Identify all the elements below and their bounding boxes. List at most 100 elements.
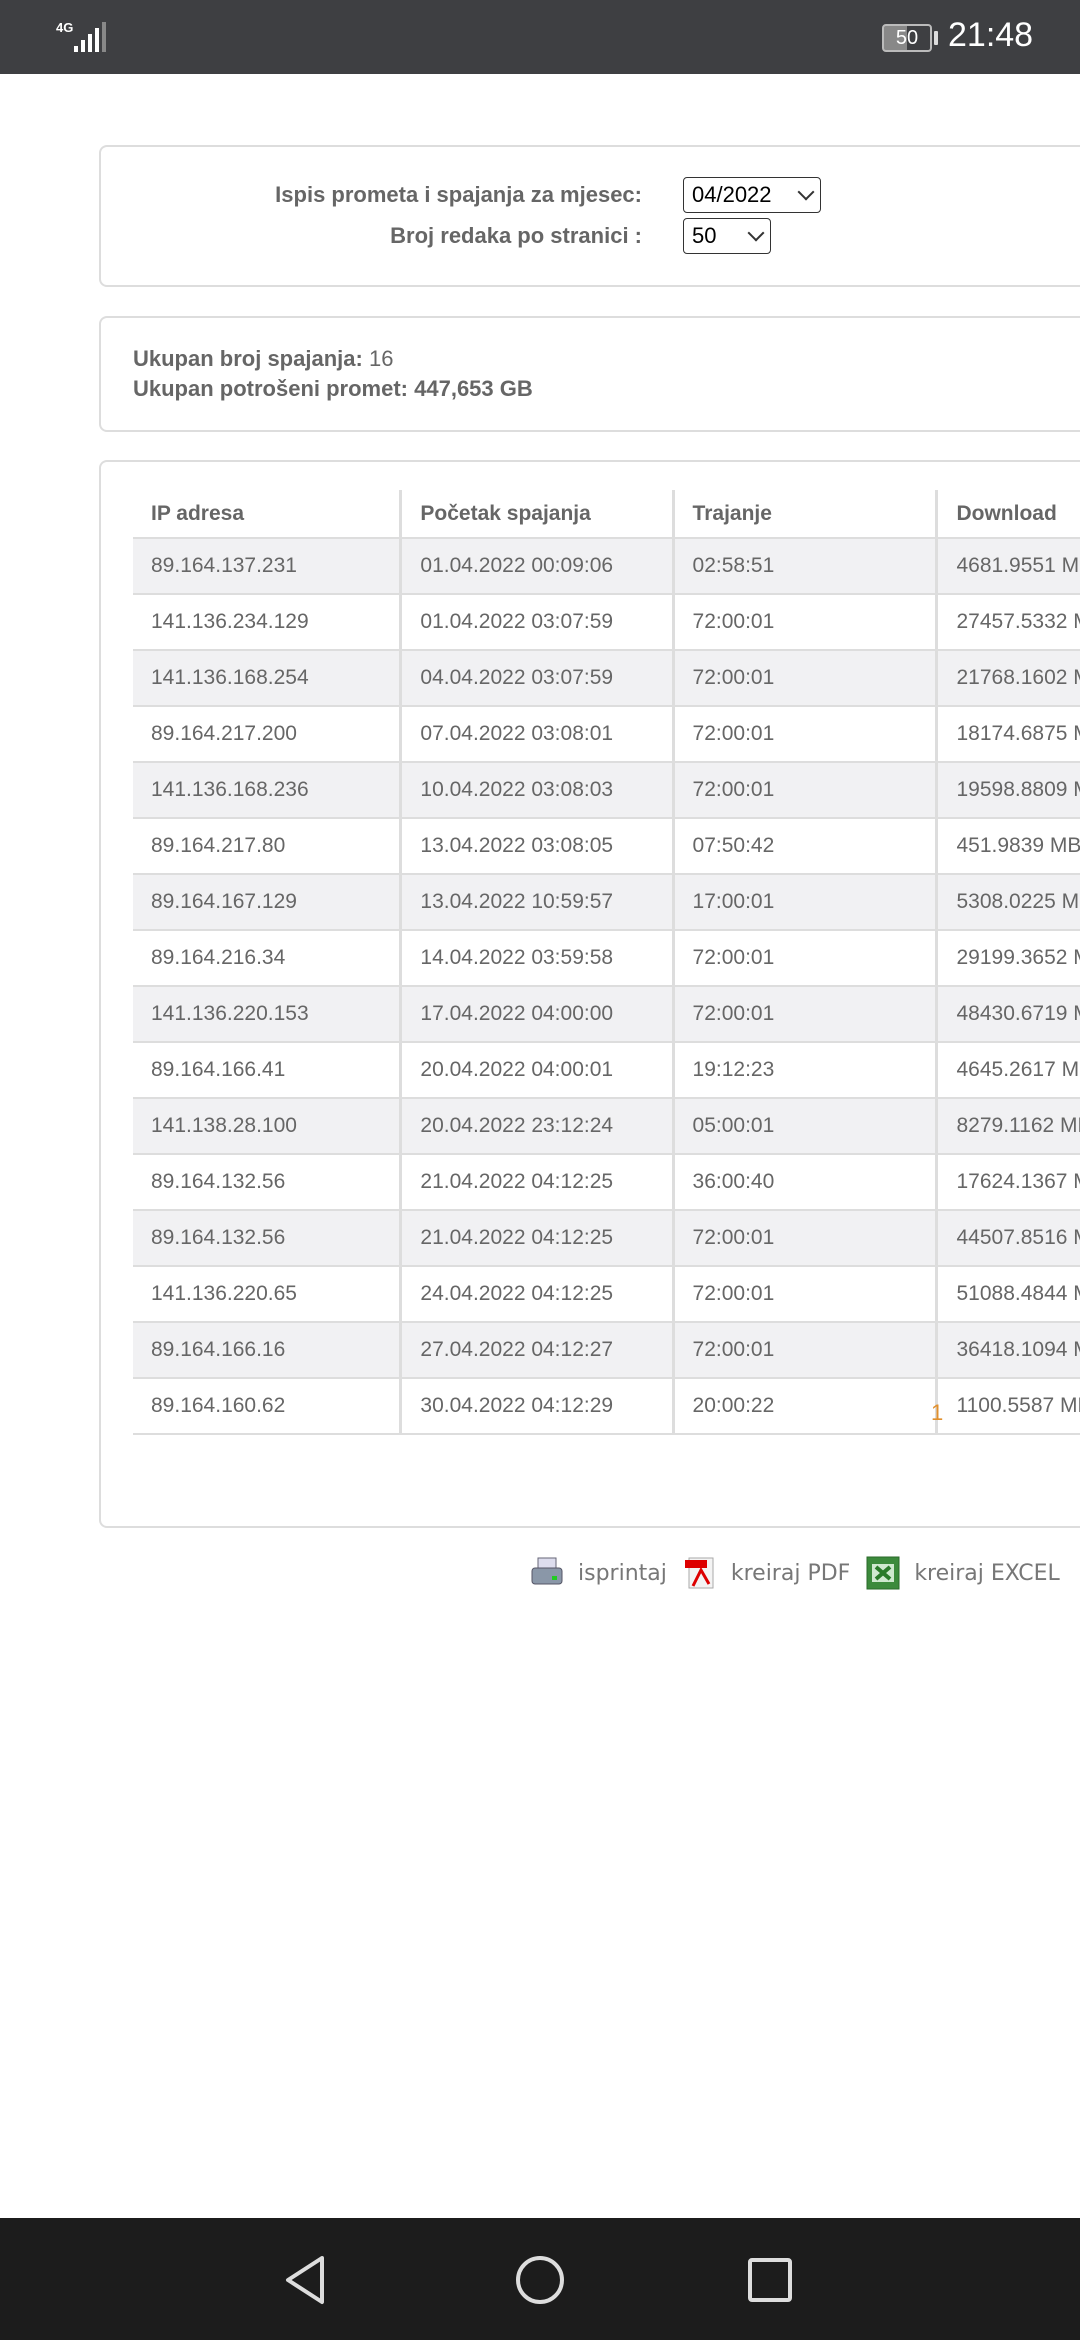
cell-duration: 72:00:01: [673, 650, 939, 707]
table-row: 89.164.132.56 21.04.2022 04:12:25 36:00:40…: [133, 1154, 1080, 1211]
pdf-link[interactable]: kreiraj PDF: [731, 1561, 850, 1586]
month-select[interactable]: 04/2022: [683, 177, 821, 213]
cell-download: 18174.6875 MB: [936, 706, 1080, 763]
cell-download: 5308.0225 MB: [936, 874, 1080, 931]
print-link[interactable]: isprintaj: [578, 1561, 667, 1586]
cell-duration: 72:00:01: [673, 594, 939, 651]
rows-value: 50: [692, 223, 717, 248]
cell-ip: 89.164.217.200: [133, 706, 403, 763]
status-bar: 4G 50 21:48: [0, 0, 1080, 74]
cell-duration: 72:00:01: [673, 1266, 939, 1323]
cell-download: 8279.1162 MB: [936, 1098, 1080, 1155]
printer-icon[interactable]: [530, 1556, 564, 1590]
page-link-1[interactable]: 1: [931, 1400, 943, 1426]
summary-panel: Ukupan broj spajanja: 16 Ukupan potrošen…: [99, 316, 1080, 432]
pdf-icon[interactable]: [683, 1556, 717, 1590]
cell-ip: 141.136.220.65: [133, 1266, 403, 1323]
battery-icon: 50: [882, 24, 932, 52]
recents-icon[interactable]: [746, 2256, 794, 2304]
cell-duration: 72:00:01: [673, 706, 939, 763]
cell-ip: 141.136.234.129: [133, 594, 403, 651]
cell-download: 17624.1367 MB: [936, 1154, 1080, 1211]
traffic-total: Ukupan potrošeni promet: 447,653 GB: [133, 376, 533, 402]
traffic-label: Ukupan potrošeni promet: 447,653 GB: [133, 376, 533, 401]
header-duration[interactable]: Trajanje: [673, 490, 939, 539]
cell-duration: 36:00:40: [673, 1154, 939, 1211]
month-label: Ispis prometa i spajanja za mjesec:: [275, 182, 642, 207]
table-row: 141.136.234.129 01.04.2022 03:07:59 72:00:…: [133, 594, 1080, 651]
cell-download: 27457.5332 MB: [936, 594, 1080, 651]
cell-start: 30.04.2022 04:12:29: [400, 1378, 675, 1435]
cell-download: 36418.1094 MB: [936, 1322, 1080, 1379]
cell-download: 48430.6719 MB: [936, 986, 1080, 1043]
cell-download: 19598.8809 MB: [936, 762, 1080, 819]
cell-duration: 20:00:22: [673, 1378, 939, 1435]
cell-ip: 141.136.168.236: [133, 762, 403, 819]
table-row: 89.164.137.231 01.04.2022 00:09:06 02:58:5…: [133, 538, 1080, 595]
cell-ip: 89.164.132.56: [133, 1154, 403, 1211]
cell-download: 44507.8516 MB: [936, 1210, 1080, 1267]
cell-duration: 17:00:01: [673, 874, 939, 931]
cell-ip: 141.136.168.254: [133, 650, 403, 707]
cell-start: 13.04.2022 03:08:05: [400, 818, 675, 875]
cell-ip: 89.164.137.231: [133, 538, 403, 595]
excel-link[interactable]: kreiraj EXCEL: [914, 1561, 1059, 1586]
table-row: 89.164.216.34 14.04.2022 03:59:58 72:00:01…: [133, 930, 1080, 987]
cell-download: 4681.9551 MB: [936, 538, 1080, 595]
table-row: 141.136.220.153 17.04.2022 04:00:00 72:00:…: [133, 986, 1080, 1043]
cell-start: 10.04.2022 03:08:03: [400, 762, 675, 819]
cell-duration: 72:00:01: [673, 986, 939, 1043]
table-row: 89.164.166.16 27.04.2022 04:12:27 72:00:01…: [133, 1322, 1080, 1379]
cell-start: 20.04.2022 23:12:24: [400, 1098, 675, 1155]
cell-ip: 89.164.217.80: [133, 818, 403, 875]
cell-download: 1100.5587 MB: [936, 1378, 1080, 1435]
table-row: 141.136.220.65 24.04.2022 04:12:25 72:00:0…: [133, 1266, 1080, 1323]
clock: 21:48: [948, 16, 1034, 54]
table-row: 89.164.132.56 21.04.2022 04:12:25 72:00:01…: [133, 1210, 1080, 1267]
connections-label: Ukupan broj spajanja:: [133, 346, 363, 371]
header-ip[interactable]: IP adresa: [133, 490, 403, 539]
cell-duration: 72:00:01: [673, 1322, 939, 1379]
connections-value: 16: [368, 346, 394, 371]
cell-ip: 89.164.166.16: [133, 1322, 403, 1379]
cell-duration: 02:58:51: [673, 538, 939, 595]
home-icon[interactable]: [514, 2254, 566, 2306]
header-download[interactable]: Download: [936, 490, 1080, 539]
back-icon[interactable]: [282, 2254, 330, 2306]
table-header: IP adresa Početak spajanja Trajanje Down…: [133, 490, 1080, 539]
rows-label: Broj redaka po stranici :: [390, 223, 642, 248]
excel-icon[interactable]: [866, 1556, 900, 1590]
connections-count: Ukupan broj spajanja: 16: [133, 346, 393, 372]
table-row: 89.164.167.129 13.04.2022 10:59:57 17:00:0…: [133, 874, 1080, 931]
rows-select[interactable]: 50: [683, 218, 771, 254]
month-value: 04/2022: [692, 182, 772, 207]
cell-download: 51088.4844 MB: [936, 1266, 1080, 1323]
cell-download: 21768.1602 MB: [936, 650, 1080, 707]
table-row: 89.164.166.41 20.04.2022 04:00:01 19:12:23…: [133, 1042, 1080, 1099]
connections-panel: IP adresa Početak spajanja Trajanje Down…: [99, 460, 1080, 1528]
cell-duration: 19:12:23: [673, 1042, 939, 1099]
cell-start: 13.04.2022 10:59:57: [400, 874, 675, 931]
battery-nub: [934, 31, 938, 45]
filter-panel: Ispis prometa i spajanja za mjesec: 04/2…: [99, 145, 1080, 287]
cell-ip: 89.164.166.41: [133, 1042, 403, 1099]
network-type: 4G: [56, 20, 74, 35]
cell-ip: 89.164.132.56: [133, 1210, 403, 1267]
cell-download: 29199.3652 MB: [936, 930, 1080, 987]
cell-duration: 05:00:01: [673, 1098, 939, 1155]
cell-start: 07.04.2022 03:08:01: [400, 706, 675, 763]
cell-duration: 72:00:01: [673, 930, 939, 987]
connections-table: IP adresa Početak spajanja Trajanje Down…: [133, 490, 1080, 1435]
chevron-down-icon: [797, 183, 815, 201]
chevron-down-icon: [747, 224, 765, 242]
cell-download: 4645.2617 MB: [936, 1042, 1080, 1099]
table-row: 141.138.28.100 20.04.2022 23:12:24 05:00:0…: [133, 1098, 1080, 1155]
cell-start: 20.04.2022 04:00:01: [400, 1042, 675, 1099]
cell-ip: 89.164.216.34: [133, 930, 403, 987]
cell-ip: 141.136.220.153: [133, 986, 403, 1043]
navigation-bar: [0, 2218, 1080, 2340]
table-row: 141.136.168.254 04.04.2022 03:07:59 72:00:…: [133, 650, 1080, 707]
table-row: 89.164.217.80 13.04.2022 03:08:05 07:50:42…: [133, 818, 1080, 875]
header-start[interactable]: Početak spajanja: [400, 490, 675, 539]
cell-start: 17.04.2022 04:00:00: [400, 986, 675, 1043]
